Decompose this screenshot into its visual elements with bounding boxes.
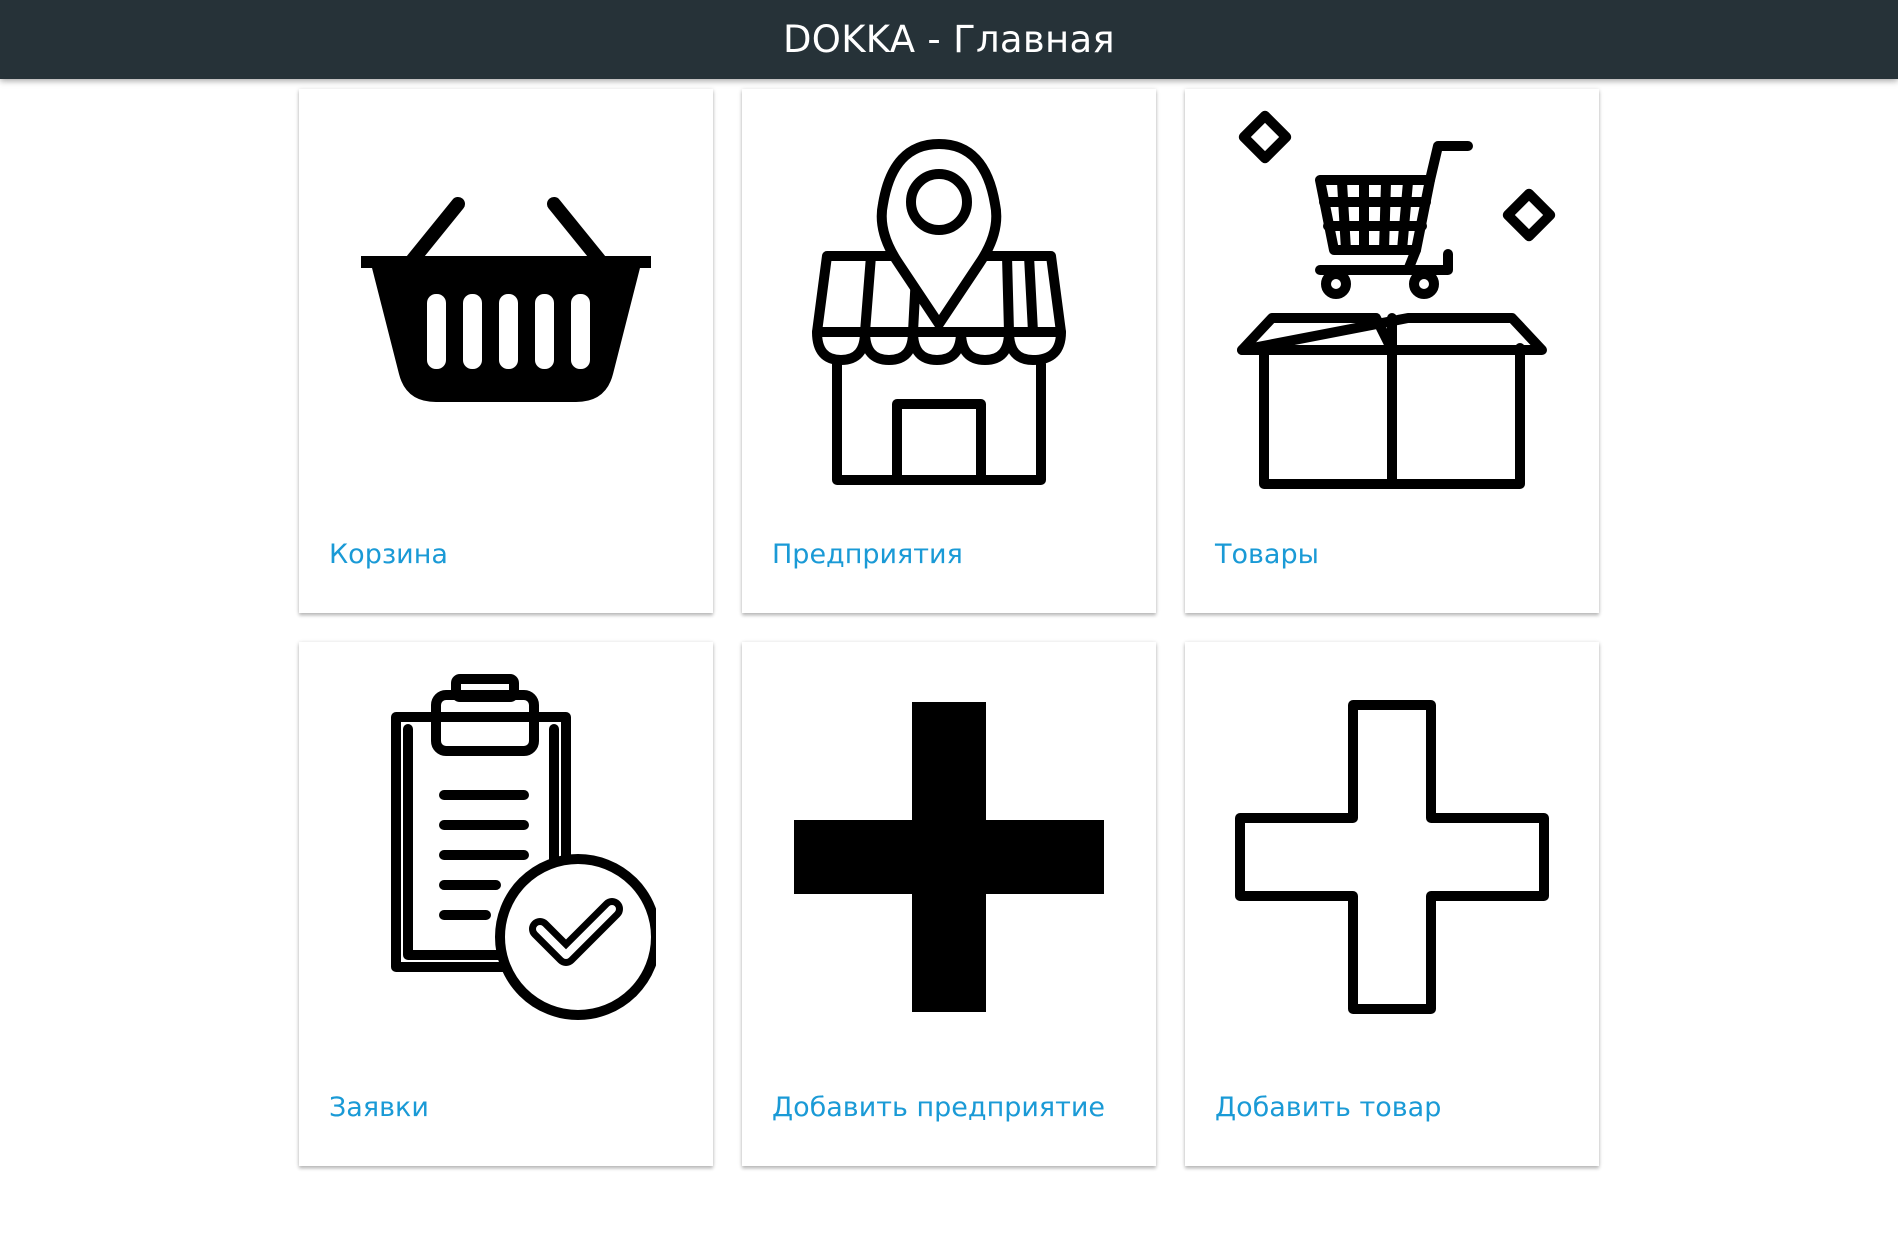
card-label-add-product[interactable]: Добавить товар: [1215, 1092, 1441, 1123]
card-enterprises[interactable]: Предприятия: [742, 89, 1156, 613]
plus-filled-icon: [742, 642, 1156, 1072]
card-label-add-enterprise[interactable]: Добавить предприятие: [772, 1092, 1105, 1123]
page-title: DOKKA - Главная: [783, 18, 1115, 61]
card-label-basket[interactable]: Корзина: [329, 539, 448, 570]
plus-outline-icon: [1185, 642, 1599, 1072]
storefront-location-icon: [742, 89, 1156, 519]
card-add-enterprise[interactable]: Добавить предприятие: [742, 642, 1156, 1166]
card-add-product[interactable]: Добавить товар: [1185, 642, 1599, 1166]
card-basket[interactable]: Корзина: [299, 89, 713, 613]
card-requests[interactable]: Заявки: [299, 642, 713, 1166]
clipboard-check-icon: [299, 642, 713, 1072]
card-products[interactable]: Товары: [1185, 89, 1599, 613]
top-app-bar: DOKKA - Главная: [0, 0, 1898, 79]
card-label-products[interactable]: Товары: [1215, 539, 1319, 570]
cart-box-icon: [1185, 89, 1599, 519]
card-label-enterprises[interactable]: Предприятия: [772, 539, 963, 570]
basket-icon: [299, 89, 713, 519]
tiles-grid: Корзина Предприятия Товары Заявки Добави…: [299, 89, 1599, 1166]
card-label-requests[interactable]: Заявки: [329, 1092, 429, 1123]
